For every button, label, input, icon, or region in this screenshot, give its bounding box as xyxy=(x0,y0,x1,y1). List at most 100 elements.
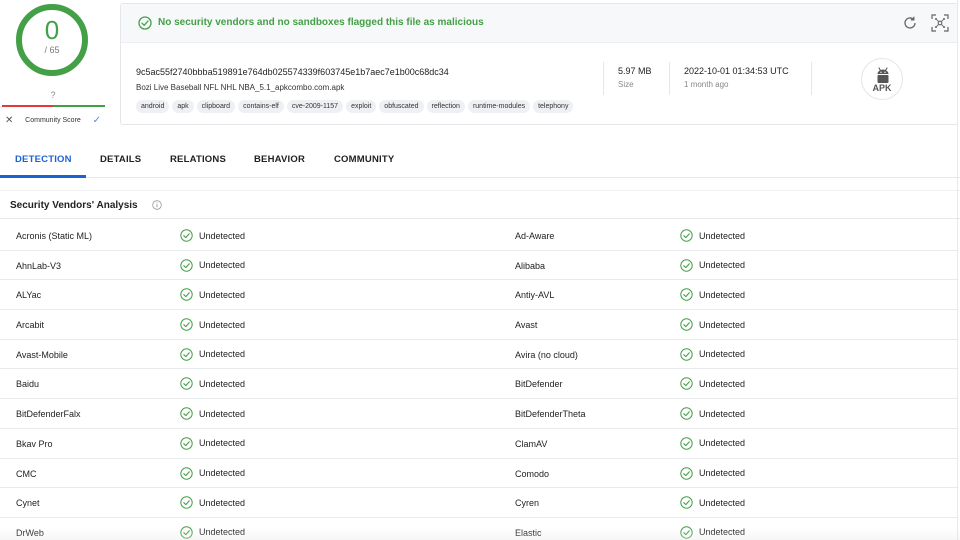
tag-chip[interactable]: contains-elf xyxy=(238,100,284,113)
tag-chip[interactable]: clipboard xyxy=(196,100,236,113)
tab-details[interactable]: DETAILS xyxy=(100,154,141,165)
vendor-result: Undetected xyxy=(680,407,745,420)
table-row: ALYac Undetected Antiy-AVL Undetected xyxy=(0,280,958,311)
table-row: Bkav Pro Undetected ClamAV Undetected xyxy=(0,429,958,459)
tag-chip[interactable]: runtime-modules xyxy=(467,100,531,113)
file-size: 5.97 MB xyxy=(618,66,652,76)
file-info-panel: No security vendors and no sandboxes fla… xyxy=(120,3,958,125)
vendor-result: Undetected xyxy=(180,318,245,331)
vendor-result: Undetected xyxy=(180,288,246,302)
vendor-name: Avast xyxy=(515,320,538,331)
table-row: Arcabit Undetected Avast Undetected xyxy=(0,310,958,340)
table-row: AhnLab-V3 Undetected Alibaba Undetected xyxy=(0,251,958,281)
tab-community[interactable]: COMMUNITY xyxy=(334,154,394,165)
tag-chip[interactable]: android xyxy=(136,100,170,113)
table-row: Acronis (Static ML) Undetected Ad-Aware … xyxy=(0,221,958,251)
vendor-result: Undetected xyxy=(180,377,245,391)
detection-score-widget: 0 / 65 ? ✕ Community Score ✓ xyxy=(0,0,106,130)
vendor-result-text: Undetected xyxy=(699,230,746,241)
vendor-result-text: Undetected xyxy=(199,468,246,478)
vendor-result-text: Undetected xyxy=(199,319,246,330)
vendor-result: Undetected xyxy=(180,229,245,242)
vendor-result-text: Undetected xyxy=(199,289,246,300)
file-name: Bozi Live Baseball NFL NHL NBA_5.1_apkco… xyxy=(136,83,345,92)
vendor-name: Acronis (Static ML) xyxy=(16,231,93,241)
vote-harmless-icon[interactable]: ✓ xyxy=(93,115,101,126)
vendor-result: Undetected xyxy=(680,377,746,391)
tab-behavior[interactable]: BEHAVIOR xyxy=(254,154,305,165)
vendor-result-text: Undetected xyxy=(199,408,246,419)
section-title: Security Vendors' Analysis xyxy=(10,200,138,211)
file-size-label: Size xyxy=(618,80,634,89)
check-circle-icon xyxy=(180,407,193,420)
vendor-result: Undetected xyxy=(680,229,745,242)
vendor-name: Baidu xyxy=(16,379,40,390)
vendor-result-text: Undetected xyxy=(699,260,746,271)
check-circle-icon xyxy=(680,437,693,450)
file-hash[interactable]: 9c5ac55f2740bbba519891e764db025574339f60… xyxy=(136,67,449,77)
vendor-name: Antiy-AVL xyxy=(515,290,555,301)
vendor-result: Undetected xyxy=(680,348,745,361)
tag-chip[interactable]: apk xyxy=(172,100,194,113)
check-circle-icon xyxy=(680,407,693,420)
table-row: BitDefenderFalx Undetected BitDefenderTh… xyxy=(0,399,958,429)
vendor-result-text: Undetected xyxy=(699,289,746,300)
divider xyxy=(811,62,812,95)
check-circle-icon xyxy=(138,16,152,30)
analysis-date-relative: 1 month ago xyxy=(684,80,729,89)
vendor-name: ALYac xyxy=(16,290,42,301)
check-circle-icon xyxy=(180,466,193,480)
vendor-result: Undetected xyxy=(680,258,746,272)
vote-harmful-icon[interactable]: ✕ xyxy=(5,115,13,126)
vendor-result-text: Undetected xyxy=(199,349,246,360)
vendor-result: Undetected xyxy=(680,466,746,480)
vendor-result-text: Undetected xyxy=(699,468,746,478)
divider xyxy=(669,62,670,95)
active-tab-indicator xyxy=(0,175,86,178)
vendor-result: Undetected xyxy=(680,496,745,509)
community-score-row: ✕ Community Score ✓ xyxy=(0,113,106,127)
table-row: Cynet Undetected Cyren Undetected xyxy=(0,488,958,518)
check-circle-icon xyxy=(680,496,693,509)
table-row: Avast-Mobile Undetected Avira (no cloud)… xyxy=(0,340,958,370)
vendor-name: Avast-Mobile xyxy=(16,349,68,360)
vendor-name: BitDefenderTheta xyxy=(515,409,586,420)
reanalyze-icon[interactable] xyxy=(902,15,918,31)
tab-relations[interactable]: RELATIONS xyxy=(170,154,226,165)
tag-chip[interactable]: exploit xyxy=(346,100,377,113)
check-circle-icon xyxy=(680,318,693,331)
vendor-result-text: Undetected xyxy=(699,378,746,389)
detection-count: 0 xyxy=(44,15,60,45)
vendor-result-text: Undetected xyxy=(699,408,746,419)
info-icon[interactable] xyxy=(152,200,162,210)
vendor-name: Bkav Pro xyxy=(16,438,53,449)
check-circle-icon xyxy=(180,258,193,272)
tag-chip[interactable]: cve-2009-1157 xyxy=(286,100,344,113)
community-score-bar xyxy=(2,105,105,107)
vendors-analysis-header: Security Vendors' Analysis xyxy=(0,190,960,219)
check-circle-icon xyxy=(180,377,193,391)
vendor-result-text: Undetected xyxy=(199,438,246,449)
divider xyxy=(603,62,604,95)
report-tabs: DETECTION DETAILS RELATIONS BEHAVIOR COM… xyxy=(0,140,960,178)
vendor-name: Alibaba xyxy=(515,260,546,271)
vendor-name: AhnLab-V3 xyxy=(16,260,62,271)
tab-detection[interactable]: DETECTION xyxy=(15,154,72,165)
check-circle-icon xyxy=(180,288,193,302)
check-circle-icon xyxy=(680,229,693,242)
tag-chip[interactable]: reflection xyxy=(426,100,465,113)
vendor-result: Undetected xyxy=(680,288,746,302)
tag-chip[interactable]: telephony xyxy=(533,100,574,113)
vendor-result-text: Undetected xyxy=(699,319,746,330)
graph-view-icon[interactable] xyxy=(931,14,949,32)
vendor-total: / 65 xyxy=(44,45,60,55)
check-circle-icon xyxy=(680,288,693,302)
vendor-result-text: Undetected xyxy=(699,349,746,360)
vendor-name: Comodo xyxy=(515,468,550,479)
vendor-results-table: Acronis (Static ML) Undetected Ad-Aware … xyxy=(0,221,958,540)
community-score-value: ? xyxy=(50,90,56,100)
vendor-name: CMC xyxy=(16,468,37,479)
file-type-badge: APK xyxy=(861,58,903,100)
vendor-result-text: Undetected xyxy=(199,497,246,508)
tag-chip[interactable]: obfuscated xyxy=(379,100,424,113)
